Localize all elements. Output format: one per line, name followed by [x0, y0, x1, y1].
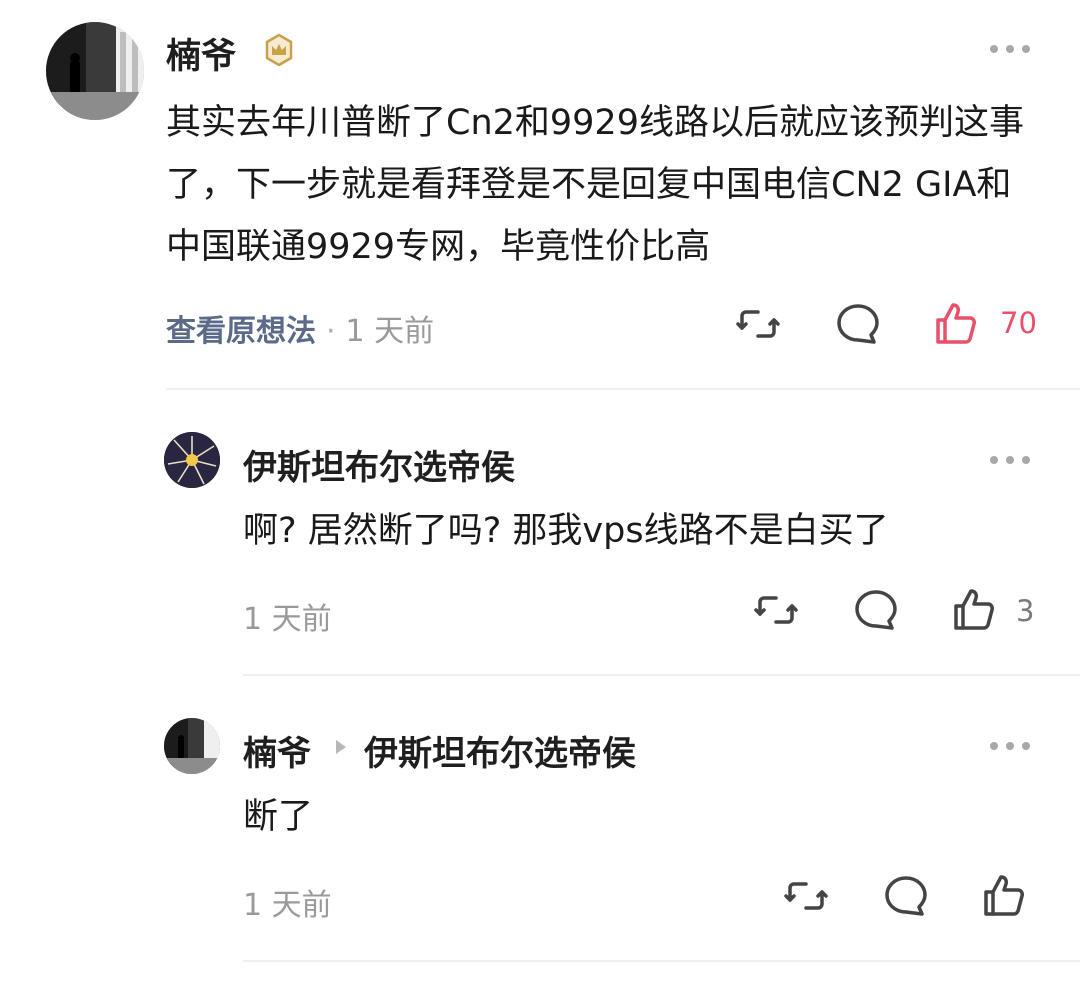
comment-icon[interactable] [852, 586, 900, 634]
comment-text: 断了 [243, 797, 314, 837]
more-options-icon[interactable] [990, 454, 1030, 466]
avatar[interactable] [164, 718, 220, 774]
comment-text: 啊? 居然断了吗? 那我vps线路不是白买了 [243, 511, 889, 551]
comment-icon[interactable] [882, 872, 930, 920]
repost-icon[interactable] [734, 300, 782, 348]
comment-author[interactable]: 伊斯坦布尔选帝侯 [243, 440, 515, 489]
like-icon[interactable] [980, 872, 1028, 920]
avatar-image [164, 432, 220, 488]
avatar-image [46, 22, 144, 120]
more-options-icon[interactable] [990, 740, 1030, 752]
separator-dot: · [326, 314, 336, 349]
repost-icon[interactable] [782, 872, 830, 920]
more-options-icon[interactable] [990, 43, 1030, 55]
comment-meta: 查看原想法 · 1 天前 [166, 306, 434, 350]
like-count: 70 [1000, 306, 1037, 340]
comment-text: 其实去年川普断了Cn2和9929线路以后就应该预判这事了，下一步就是看拜登是不是… [166, 103, 1024, 267]
crown-badge-icon [265, 33, 293, 67]
view-thought-link[interactable]: 查看原想法 [166, 314, 316, 349]
comment-time: 1 天前 [243, 888, 332, 923]
reply-arrow-icon [336, 740, 346, 754]
comment-author[interactable]: 楠爷 [166, 28, 236, 79]
avatar[interactable] [46, 22, 144, 120]
avatar[interactable] [164, 432, 220, 488]
repost-icon[interactable] [752, 586, 800, 634]
reply-to-author[interactable]: 伊斯坦布尔选帝侯 [364, 726, 636, 775]
like-count: 3 [1016, 594, 1035, 628]
comment-time: 1 天前 [243, 602, 332, 637]
comment-author[interactable]: 楠爷 [243, 726, 311, 775]
comment-time: 1 天前 [345, 314, 435, 349]
like-icon[interactable] [932, 300, 980, 348]
divider [166, 388, 1080, 390]
comment-icon[interactable] [834, 300, 882, 348]
divider [243, 674, 1080, 676]
divider [243, 960, 1080, 962]
avatar-image [164, 718, 220, 774]
like-icon[interactable] [950, 586, 998, 634]
